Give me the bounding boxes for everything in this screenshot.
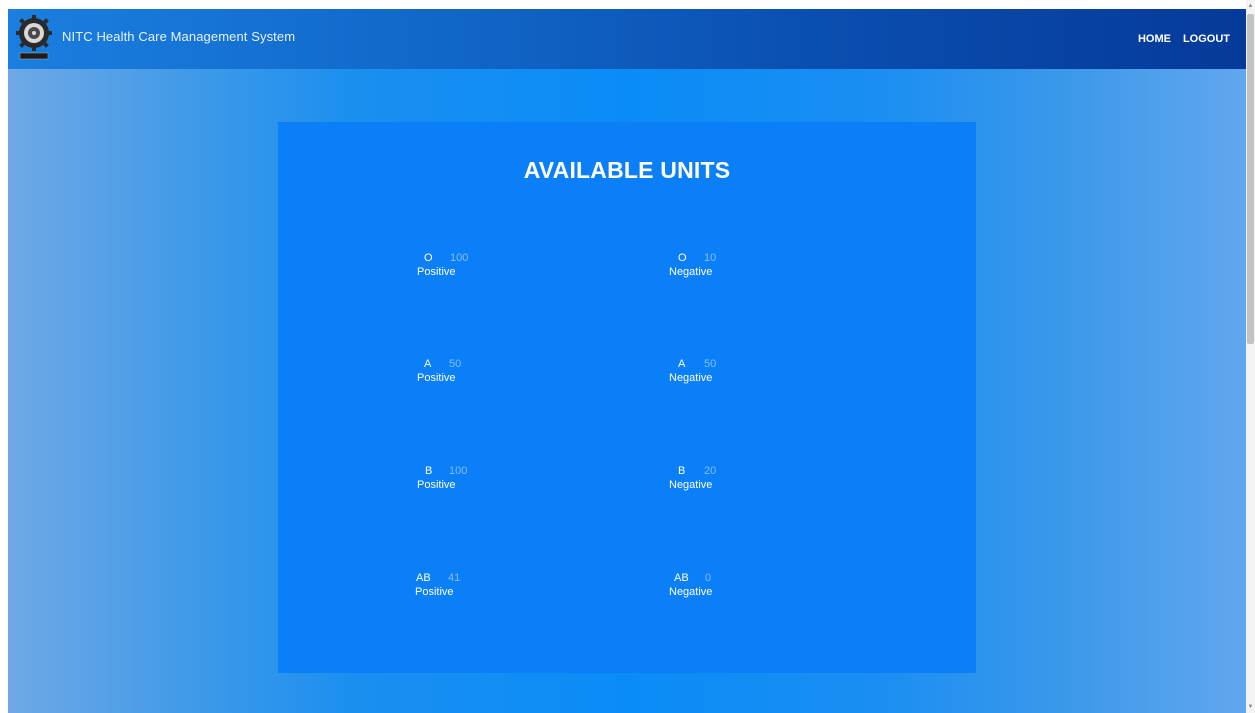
rh-factor-label: Negative — [669, 586, 713, 598]
unit-count: 50 — [449, 358, 462, 370]
unit-count: 0 — [705, 572, 712, 584]
blood-group-label: O — [424, 252, 433, 264]
unit-ab-positive: AB 41 Positive — [415, 572, 475, 598]
page-background: NITC Health Care Management System HOME … — [8, 9, 1246, 713]
unit-a-positive: A 50 Positive — [417, 358, 477, 384]
unit-count: 10 — [704, 252, 717, 264]
app-title[interactable]: NITC Health Care Management System — [62, 29, 295, 44]
rh-factor-label: Positive — [417, 372, 456, 384]
unit-count: 100 — [449, 465, 468, 477]
blood-group-label: B — [425, 465, 433, 477]
institute-logo-icon[interactable] — [16, 15, 52, 61]
rh-factor-label: Negative — [669, 372, 713, 384]
rh-factor-label: Positive — [417, 479, 456, 491]
scroll-down-arrow-icon[interactable]: ▼ — [1247, 703, 1254, 711]
unit-a-negative: A 50 Negative — [669, 358, 729, 384]
blood-group-label: B — [678, 465, 686, 477]
unit-ab-negative: AB 0 Negative — [669, 572, 729, 598]
blood-group-label: AB — [674, 572, 689, 584]
unit-b-positive: B 100 Positive — [417, 465, 477, 491]
vertical-scrollbar[interactable]: ▲ ▼ — [1246, 0, 1255, 713]
logout-link[interactable]: LOGOUT — [1183, 33, 1230, 45]
rh-factor-label: Negative — [669, 266, 713, 278]
page-title: AVAILABLE UNITS — [523, 157, 731, 183]
unit-count: 50 — [704, 358, 717, 370]
available-units-card: AVAILABLE UNITS O 100 Positive O 10 Nega… — [278, 122, 976, 673]
unit-o-negative: O 10 Negative — [669, 252, 729, 278]
blood-group-label: AB — [416, 572, 431, 584]
unit-o-positive: O 100 Positive — [417, 252, 477, 278]
blood-group-label: A — [424, 358, 432, 370]
blood-group-label: O — [678, 252, 687, 264]
scrollbar-thumb[interactable] — [1247, 14, 1254, 344]
scroll-up-arrow-icon[interactable]: ▲ — [1247, 2, 1254, 10]
navbar: NITC Health Care Management System HOME … — [8, 9, 1246, 69]
unit-b-negative: B 20 Negative — [669, 465, 729, 491]
unit-count: 20 — [704, 465, 717, 477]
rh-factor-label: Positive — [417, 266, 456, 278]
rh-factor-label: Positive — [415, 586, 454, 598]
unit-count: 41 — [448, 572, 461, 584]
home-link[interactable]: HOME — [1138, 33, 1171, 45]
unit-count: 100 — [450, 252, 469, 264]
rh-factor-label: Negative — [669, 479, 713, 491]
blood-group-label: A — [678, 358, 686, 370]
nav-links: HOME LOGOUT — [1138, 33, 1230, 45]
